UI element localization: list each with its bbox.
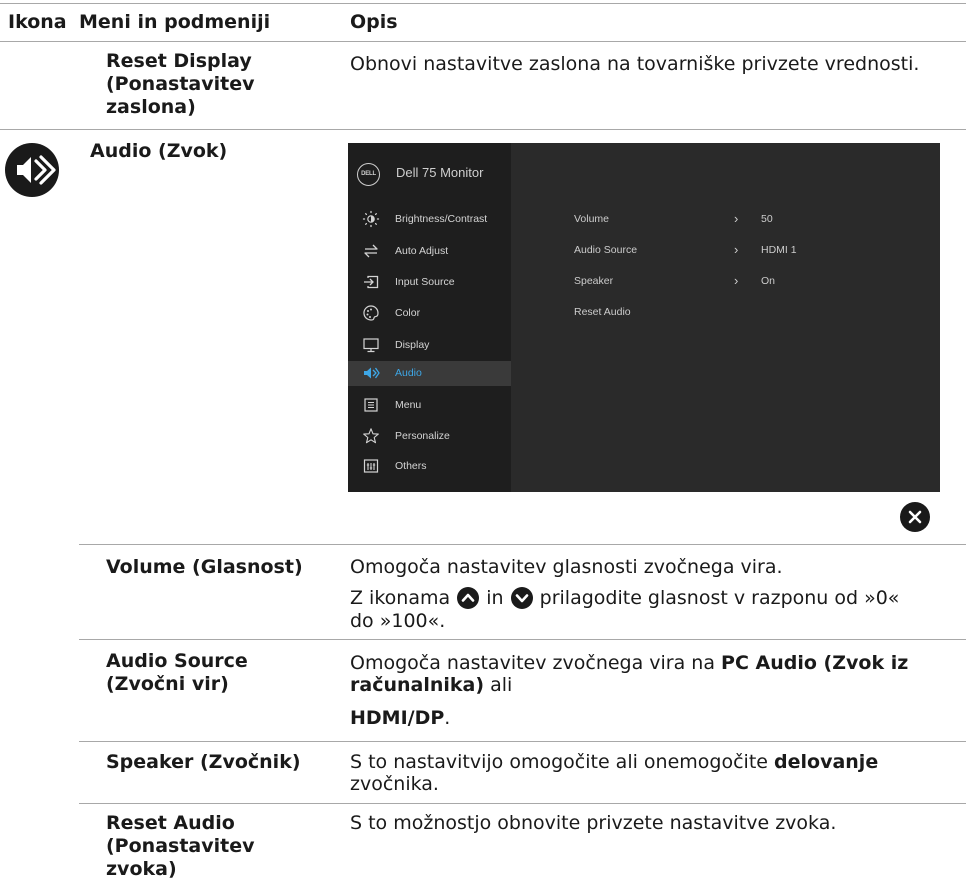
chevron-right-icon: › — [734, 242, 739, 257]
audio-icon — [364, 367, 380, 379]
reset-display-name: Reset Display (Ponastavitev zaslona) — [106, 50, 255, 118]
audio-name: Audio (Zvok) — [90, 140, 228, 162]
osd-setting-audio-source[interactable]: Audio Source › HDMI 1 — [574, 242, 904, 262]
audio-source-description: Omogoča nastavitev zvočnega vira na PC A… — [350, 652, 909, 729]
osd-menu-item-personalize[interactable]: Personalize — [348, 424, 511, 449]
audio-source-name: Audio Source (Zvočni vir) — [106, 650, 248, 695]
row-rule — [0, 129, 966, 130]
volume-name: Volume (Glasnost) — [106, 556, 303, 578]
menu-icon — [364, 398, 378, 412]
osd-menu-label: Others — [395, 460, 427, 472]
volume-description-2: Z ikonama in prilagodite glasnost v razp… — [350, 587, 900, 609]
volume-description-3: do »100«. — [350, 610, 446, 632]
osd-menu-item-others[interactable]: Others — [348, 454, 511, 479]
speaker-name: Speaker (Zvočnik) — [106, 751, 301, 773]
osd-menu-item-audio[interactable]: Audio — [348, 361, 511, 386]
osd-title: Dell 75 Monitor — [396, 165, 484, 180]
others-icon — [363, 459, 379, 473]
osd-menu-item-color[interactable]: Color — [348, 301, 511, 326]
osd-menu-item-input-source[interactable]: Input Source — [348, 270, 511, 295]
speaker-icon — [4, 142, 60, 198]
row-rule — [79, 741, 966, 742]
osd-menu-label: Input Source — [395, 276, 455, 288]
osd-menu-label: Display — [395, 339, 430, 351]
dell-logo: DELL — [357, 163, 380, 186]
row-rule — [79, 544, 966, 545]
osd-menu-panel: DELL Dell 75 Monitor Brightness/Contrast… — [348, 143, 511, 492]
row-rule — [79, 639, 966, 640]
osd-menu-item-auto-adjust[interactable]: Auto Adjust — [348, 239, 511, 264]
auto-adjust-icon — [364, 244, 378, 258]
reset-display-description: Obnovi nastavitve zaslona na tovarniške … — [350, 53, 920, 75]
header-icon: Ikona — [8, 11, 67, 33]
osd-menu-item-display[interactable]: Display — [348, 333, 511, 358]
osd-menu-item-menu[interactable]: Menu — [348, 393, 511, 418]
down-arrow-icon — [510, 587, 533, 609]
chevron-right-icon: › — [734, 211, 739, 226]
display-icon — [363, 338, 379, 353]
reset-audio-name: Reset Audio (Ponastavitev zvoka) — [106, 812, 255, 880]
osd-menu-label: Personalize — [395, 430, 450, 442]
color-icon — [363, 305, 379, 321]
osd-setting-reset-audio[interactable]: Reset Audio — [574, 306, 904, 324]
header-description: Opis — [350, 11, 398, 33]
osd-menu-label: Color — [395, 307, 421, 319]
osd-menu-label: Brightness/Contrast — [395, 213, 488, 225]
close-icon — [900, 502, 930, 532]
osd-setting-speaker[interactable]: Speaker › On — [574, 273, 904, 293]
speaker-description: S to nastavitvijo omogočite ali onemogoč… — [350, 751, 879, 795]
input-source-icon — [364, 275, 379, 289]
up-arrow-icon — [457, 587, 480, 609]
osd-menu-item-brightness[interactable]: Brightness/Contrast — [348, 207, 511, 232]
brightness-icon — [362, 210, 380, 228]
volume-description-1: Omogoča nastavitev glasnosti zvočnega vi… — [350, 556, 783, 578]
osd-menu-label: Auto Adjust — [395, 245, 449, 257]
star-icon — [363, 428, 379, 444]
top-rule — [0, 3, 966, 4]
row-rule — [79, 803, 966, 804]
osd-menu-label: Audio — [395, 367, 422, 379]
header-menu: Meni in podmeniji — [79, 11, 271, 33]
reset-audio-description: S to možnostjo obnovite privzete nastavi… — [350, 812, 837, 834]
header-rule — [0, 41, 966, 42]
osd-menu-label: Menu — [395, 399, 422, 411]
chevron-right-icon: › — [734, 273, 739, 288]
osd-setting-volume[interactable]: Volume › 50 — [574, 211, 904, 231]
monitor-osd-screenshot: DELL Dell 75 Monitor Brightness/Contrast… — [348, 143, 940, 492]
